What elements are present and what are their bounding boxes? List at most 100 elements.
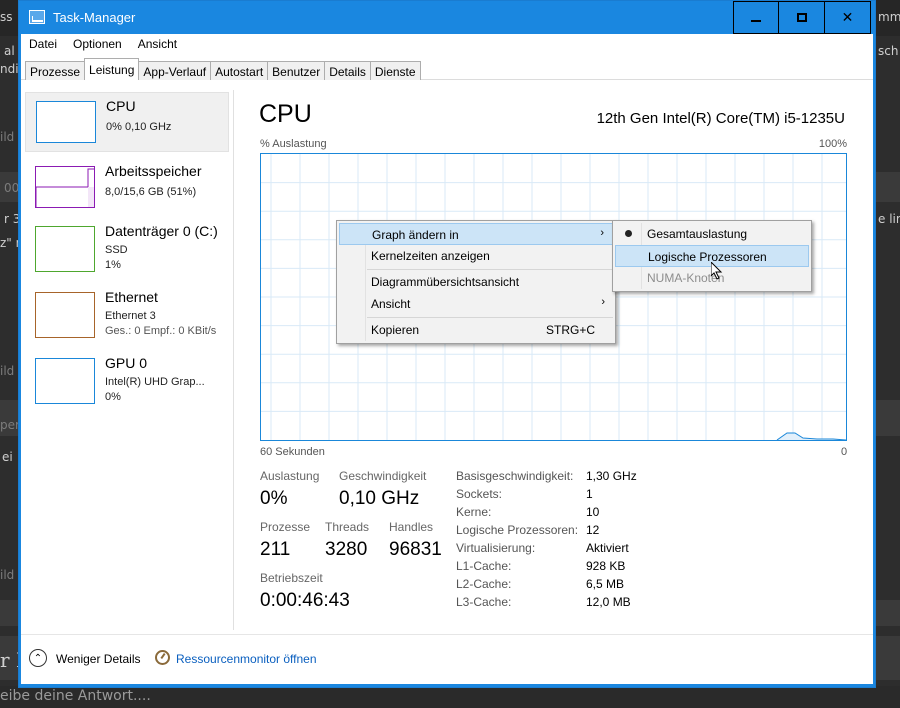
sidebar-item-title: Datenträger 0 (C:) (105, 223, 218, 239)
sidebar-item-ethernet[interactable]: Ethernet Ethernet 3 Ges.: 0 Empf.: 0 KBi… (25, 284, 229, 344)
sidebar-item-title: CPU (106, 98, 136, 114)
detail-label: L2-Cache: (456, 577, 512, 591)
stat-threads-value: 3280 (325, 539, 368, 560)
background-text: sch (878, 44, 899, 58)
sidebar-item-title: Ethernet (105, 289, 158, 305)
chevron-up-icon[interactable]: ⌃ (29, 649, 47, 667)
sidebar-item-arbeitsspeicher[interactable]: Arbeitsspeicher 8,0/15,6 GB (51%) (25, 158, 229, 218)
tab-dienste[interactable]: Dienste (369, 61, 421, 80)
sidebar-item-sub: 1% (105, 259, 121, 271)
background-text: ild (0, 130, 15, 144)
detail-value: 1 (586, 487, 593, 501)
minimize-icon (751, 19, 761, 22)
background-text: ndi (0, 62, 19, 76)
menu-item-label: Logische Prozessoren (648, 250, 767, 264)
stat-label: Betriebszeit (260, 571, 323, 585)
tab-benutzer[interactable]: Benutzer (267, 61, 326, 80)
title-bar[interactable]: Task-Manager ✕ (19, 1, 875, 34)
sidebar-item-sub: 0% 0,10 GHz (106, 121, 172, 133)
stat-label: Handles (389, 520, 434, 534)
background-text: ei (2, 450, 13, 464)
stat-betriebszeit-value: 0:00:46:43 (260, 590, 350, 611)
cpu-model: 12th Gen Intel(R) Core(TM) i5-1235U (596, 110, 845, 127)
detail-label: Logische Prozessoren: (456, 523, 579, 537)
sidebar-item-sub: Intel(R) UHD Grap... (105, 376, 205, 388)
minimize-button[interactable] (733, 1, 779, 34)
maximize-icon (796, 13, 807, 22)
menu-item-label: Graph ändern in (372, 228, 459, 242)
background-text: ild (0, 568, 15, 582)
performance-sidebar: CPU 0% 0,10 GHz Arbeitsspeicher 8,0/15,6… (21, 90, 231, 630)
background-text: e lim (878, 212, 900, 226)
graph-submenu: Gesamtauslastung Logische Prozessoren NU… (612, 220, 812, 292)
graph-y-label: % Auslastung (260, 138, 327, 150)
detail-label: Kerne: (456, 505, 492, 519)
tab-prozesse[interactable]: Prozesse (25, 61, 86, 80)
menu-item-kernelzeiten[interactable]: Kernelzeiten anzeigen (339, 245, 613, 267)
panel-divider (233, 90, 234, 630)
detail-value: Aktiviert (586, 541, 629, 555)
tab-strip: Prozesse Leistung App-Verlauf Autostart … (25, 58, 421, 80)
sidebar-item-cpu[interactable]: CPU 0% 0,10 GHz (25, 92, 229, 152)
sidebar-item-datentraeger[interactable]: Datenträger 0 (C:) SSD 1% (25, 218, 229, 278)
answer-placeholder: eibe deine Antwort.... (0, 688, 151, 704)
stat-prozesse-value: 211 (260, 539, 291, 560)
stat-geschwindigkeit-value: 0,10 GHz (339, 488, 420, 509)
detail-value: 928 KB (586, 559, 626, 573)
detail-label: Virtualisierung: (456, 541, 536, 555)
menu-optionen[interactable]: Optionen (65, 34, 130, 54)
cpu-thumbnail (36, 101, 96, 143)
ethernet-thumbnail (35, 292, 95, 338)
menu-item-diagrammuebersicht[interactable]: Diagrammübersichtsansicht (339, 271, 613, 293)
detail-label: L3-Cache: (456, 595, 512, 609)
menu-item-shortcut: STRG+C (545, 323, 595, 337)
menu-item-ansicht[interactable]: Ansicht › (339, 293, 613, 315)
sidebar-item-sub: Ethernet 3 (105, 310, 156, 322)
tab-details[interactable]: Details (324, 61, 371, 80)
sidebar-item-sub: 8,0/15,6 GB (51%) (105, 186, 197, 198)
sidebar-item-title: GPU 0 (105, 355, 148, 371)
task-manager-icon (29, 10, 45, 24)
mouse-cursor-icon (711, 262, 723, 280)
submenu-item-gesamtauslastung[interactable]: Gesamtauslastung (615, 223, 809, 245)
menu-item-kopieren[interactable]: Kopieren STRG+C (339, 319, 613, 341)
radio-selected-icon (625, 230, 632, 237)
background-text: ild (0, 364, 15, 378)
gpu-thumbnail (35, 358, 95, 404)
tab-autostart[interactable]: Autostart (210, 61, 269, 80)
stat-label: Auslastung (260, 469, 320, 483)
maximize-button[interactable] (779, 1, 825, 34)
graph-context-menu: Graph ändern in › Kernelzeiten anzeigen … (336, 220, 616, 344)
stat-label: Geschwindigkeit (339, 469, 427, 483)
background-text: mm (878, 10, 900, 24)
background-text: ss (0, 10, 13, 24)
detail-value: 12 (586, 523, 600, 537)
menu-item-label: Diagrammübersichtsansicht (371, 275, 520, 289)
tab-app-verlauf[interactable]: App-Verlauf (138, 61, 212, 80)
sidebar-item-sub: 0% (105, 391, 121, 403)
stat-label: Prozesse (260, 520, 311, 534)
disk-thumbnail (35, 226, 95, 272)
page-title: CPU (259, 100, 312, 128)
menu-item-graph-aendern[interactable]: Graph ändern in › (339, 223, 613, 245)
background-text: al (4, 44, 15, 58)
chevron-right-icon: › (601, 296, 605, 308)
menu-separator (367, 269, 613, 270)
stat-label: Threads (325, 520, 370, 534)
detail-value: 10 (586, 505, 600, 519)
background-text: per (0, 418, 20, 432)
close-button[interactable]: ✕ (825, 1, 871, 34)
tab-leistung[interactable]: Leistung (84, 58, 140, 80)
less-details-button[interactable]: Weniger Details (56, 652, 140, 666)
resource-monitor-link[interactable]: Ressourcenmonitor öffnen (176, 652, 317, 666)
graph-x-label: 60 Sekunden (260, 446, 325, 458)
menu-ansicht[interactable]: Ansicht (130, 34, 185, 54)
detail-label: Basisgeschwindigkeit: (456, 469, 574, 483)
sidebar-item-gpu[interactable]: GPU 0 Intel(R) UHD Grap... 0% (25, 350, 229, 410)
sidebar-item-title: Arbeitsspeicher (105, 163, 202, 179)
detail-value: 1,30 GHz (586, 469, 637, 483)
graph-y-max: 100% (818, 138, 847, 150)
menu-datei[interactable]: Datei (21, 34, 65, 54)
resource-monitor-icon (155, 650, 170, 665)
background-answer-input: eibe deine Antwort.... (0, 686, 900, 708)
